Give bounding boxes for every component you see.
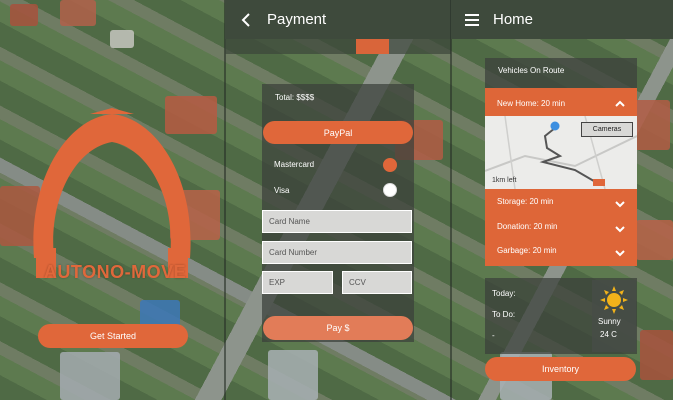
route-new-home[interactable]: New Home: 20 min — [497, 99, 565, 108]
payment-method-visa-label: Visa — [274, 186, 290, 195]
distance-left: 1km left — [492, 177, 517, 184]
total-amount: Total: $$$$ — [275, 93, 315, 102]
chevron-down-icon[interactable] — [614, 198, 626, 210]
inventory-button[interactable]: Inventory — [485, 357, 636, 381]
vehicles-on-route-heading: Vehicles On Route — [485, 58, 637, 88]
chevron-down-icon[interactable] — [614, 247, 626, 259]
brand-name: AUTONO-MOVE — [43, 262, 187, 282]
route-donation[interactable]: Donation: 20 min — [497, 222, 557, 231]
mastercard-radio[interactable] — [383, 158, 397, 172]
start-marker — [550, 121, 560, 131]
home-screen: Home Vehicles On Route New Home: 20 min … — [451, 0, 673, 400]
progress-strip — [225, 39, 451, 54]
todo-value: - — [492, 331, 495, 340]
weather-temp: 24 C — [600, 330, 617, 339]
sun-icon — [600, 286, 628, 314]
page-title: Home — [493, 11, 534, 28]
pay-button[interactable]: Pay $ — [263, 316, 413, 340]
hamburger-menu-icon[interactable] — [459, 7, 485, 33]
visa-radio[interactable] — [383, 183, 397, 197]
payment-header: Payment — [225, 0, 451, 39]
route-garbage[interactable]: Garbage: 20 min — [497, 246, 557, 255]
progress-active-segment — [356, 39, 389, 54]
get-started-button[interactable]: Get Started — [38, 324, 188, 348]
card-name-field[interactable]: Card Name — [262, 210, 412, 233]
card-number-field[interactable]: Card Number — [262, 241, 412, 264]
page-title: Payment — [267, 11, 327, 28]
chevron-down-icon[interactable] — [614, 223, 626, 235]
chevron-left-icon[interactable] — [233, 7, 259, 33]
payment-method-mastercard-label: Mastercard — [274, 160, 315, 169]
house-logo-icon — [33, 108, 191, 278]
todo-label: To Do: — [492, 310, 516, 319]
cameras-button[interactable]: Cameras — [581, 122, 633, 137]
today-label: Today: — [492, 289, 516, 298]
vehicle-marker — [593, 179, 605, 186]
home-header: Home — [451, 0, 673, 39]
welcome-screen: AUTONO-MOVE Get Started — [0, 0, 225, 400]
paypal-button[interactable]: PayPal — [263, 121, 413, 144]
weather-condition: Sunny — [598, 317, 621, 326]
route-storage[interactable]: Storage: 20 min — [497, 197, 553, 206]
exp-field[interactable]: EXP — [262, 271, 333, 294]
weather-widget: Sunny 24 C — [592, 280, 636, 352]
payment-screen: Payment Total: $$$$ PayPal Mastercard Vi… — [225, 0, 451, 400]
ccv-field[interactable]: CCV — [342, 271, 412, 294]
chevron-up-icon[interactable] — [614, 98, 626, 110]
